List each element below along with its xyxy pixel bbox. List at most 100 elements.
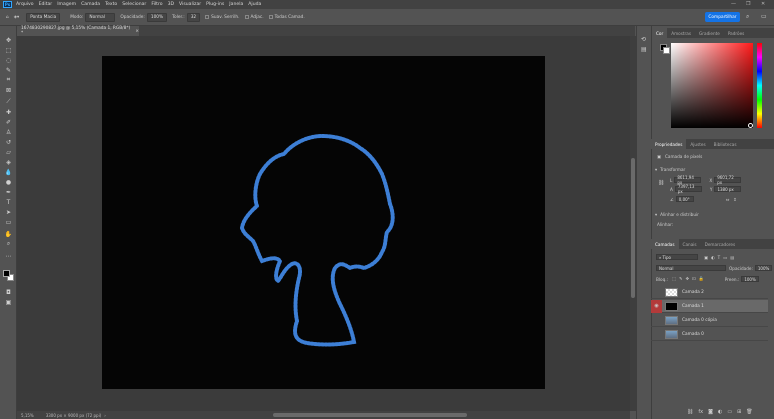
adjacent-checkbox[interactable] bbox=[244, 15, 249, 19]
dodge-tool-icon[interactable]: ● bbox=[4, 178, 13, 186]
tab-padroes[interactable]: Padrões bbox=[724, 28, 749, 38]
color-picker-field[interactable] bbox=[671, 43, 753, 128]
path-selection-tool-icon[interactable]: ➤ bbox=[4, 208, 13, 216]
layer-opacity-input[interactable]: 100% bbox=[754, 265, 773, 271]
link-proportions-icon[interactable]: ⛓ bbox=[658, 180, 664, 186]
blend-mode-dropdown[interactable]: Normal bbox=[656, 265, 726, 271]
tab-demarcadores[interactable]: Demarcadores bbox=[701, 239, 740, 249]
menu-item-texto[interactable]: Texto bbox=[105, 2, 117, 7]
tab-camadas[interactable]: Camadas bbox=[651, 239, 679, 249]
vertical-scroll-thumb[interactable] bbox=[631, 158, 635, 298]
navigator-panel-icon[interactable]: ▤ bbox=[641, 46, 648, 53]
healing-brush-tool-icon[interactable]: ✚ bbox=[4, 108, 13, 116]
close-window-button[interactable]: ✕ bbox=[761, 1, 765, 7]
eyedropper-tool-icon[interactable]: ⟋ bbox=[4, 98, 13, 106]
paint-bucket-icon[interactable]: ◈▾ bbox=[14, 15, 19, 20]
menu-item-filtro[interactable]: Filtro bbox=[151, 2, 162, 7]
tab-cor[interactable]: Cor bbox=[652, 28, 668, 38]
new-group-icon[interactable]: ▭ bbox=[727, 409, 732, 415]
document-canvas[interactable] bbox=[102, 56, 545, 389]
history-panel-icon[interactable]: ⟲ bbox=[641, 36, 648, 43]
flip-horizontal-icon[interactable]: ⇔ bbox=[726, 197, 730, 202]
horizontal-scroll-thumb[interactable] bbox=[273, 413, 467, 417]
fx-icon[interactable]: fx bbox=[698, 409, 703, 415]
zoom-tool-icon[interactable]: ⌕ bbox=[4, 240, 13, 248]
share-button[interactable]: Compartilhar bbox=[705, 12, 740, 22]
hand-tool-icon[interactable]: ✋ bbox=[4, 230, 13, 238]
hue-slider[interactable] bbox=[757, 43, 762, 128]
all-layers-checkbox[interactable] bbox=[268, 15, 273, 19]
link-layers-icon[interactable]: ⛓ bbox=[687, 409, 693, 415]
home-icon[interactable]: ⌂ bbox=[6, 15, 9, 20]
fill-input[interactable]: 100% bbox=[741, 276, 759, 282]
search-icon[interactable]: ⌕ bbox=[746, 13, 749, 21]
quick-mask-icon[interactable]: ◘ bbox=[4, 288, 13, 296]
eye-icon[interactable]: ◉ bbox=[651, 299, 662, 313]
screen-mode-icon[interactable]: ▣ bbox=[4, 298, 13, 306]
flip-vertical-icon[interactable]: ⇕ bbox=[733, 197, 737, 202]
opacity-input[interactable]: 100% bbox=[146, 12, 168, 22]
angle-input[interactable]: 0,00° bbox=[675, 196, 694, 202]
zoom-level[interactable]: 5,15% bbox=[21, 413, 34, 418]
more-tools-icon[interactable]: ⋯ bbox=[4, 252, 13, 260]
lasso-tool-icon[interactable]: ◌ bbox=[4, 56, 13, 64]
adjustment-layer-icon[interactable]: ◐ bbox=[718, 409, 722, 415]
smoothing-checkbox[interactable] bbox=[205, 15, 210, 19]
menu-item-arquivo[interactable]: Arquivo bbox=[16, 2, 34, 7]
foreground-color-swatch[interactable] bbox=[3, 270, 10, 277]
menu-item-ajuda[interactable]: Ajuda bbox=[248, 2, 261, 7]
workspace-icon[interactable]: ▭ bbox=[761, 13, 767, 20]
layer-filter-dropdown[interactable]: ⌕ Tipo bbox=[656, 254, 698, 260]
eraser-tool-icon[interactable]: ▱ bbox=[4, 148, 13, 156]
quick-selection-tool-icon[interactable]: ✎ bbox=[4, 66, 13, 74]
paint-bucket-tool-icon[interactable]: ◈ bbox=[4, 158, 13, 166]
align-section-header[interactable]: ▾ Alinhar e distribuir bbox=[655, 212, 699, 217]
history-brush-tool-icon[interactable]: ↺ bbox=[4, 138, 13, 146]
minimize-button[interactable]: — bbox=[731, 1, 736, 7]
document-tab[interactable]: 1674830290827.jpg @ 5,15% (Camada 1, RGB… bbox=[17, 26, 139, 36]
height-input[interactable]: 7397,13 px bbox=[674, 184, 702, 194]
preset-picker[interactable]: Ponta Macia bbox=[24, 12, 61, 22]
brush-tool-icon[interactable]: ✐ bbox=[4, 118, 13, 126]
menu-item-camada[interactable]: Camada bbox=[81, 2, 100, 7]
x-input[interactable]: 9601,72 px bbox=[714, 175, 742, 185]
tab-ajustes[interactable]: Ajustes bbox=[686, 139, 709, 149]
new-layer-icon[interactable]: ⊞ bbox=[737, 409, 741, 415]
move-tool-icon[interactable]: ✥ bbox=[4, 36, 13, 44]
tab-canais[interactable]: Canais bbox=[679, 239, 701, 249]
layer-filter-icons[interactable]: ▣◐T▭▤ bbox=[704, 255, 737, 260]
lock-icons[interactable]: ⬚✎✥⊡🔒 bbox=[672, 276, 707, 282]
add-mask-icon[interactable]: ◙ bbox=[708, 409, 713, 415]
transform-section-header[interactable]: ▾ Transformar bbox=[655, 167, 685, 172]
menu-item-editar[interactable]: Editar bbox=[39, 2, 53, 7]
close-tab-icon[interactable]: × bbox=[135, 29, 139, 34]
layer-row-camada-0[interactable]: Camada 0 bbox=[651, 328, 768, 341]
marquee-tool-icon[interactable]: ⬚ bbox=[4, 46, 13, 54]
tab-gradiente[interactable]: Gradiente bbox=[695, 28, 724, 38]
status-arrow-icon[interactable]: › bbox=[104, 413, 106, 418]
width-input[interactable]: 8611,94 px bbox=[674, 175, 702, 185]
maximize-button[interactable]: ❐ bbox=[746, 1, 750, 7]
layer-row-camada-2[interactable]: Camada 2 bbox=[651, 286, 768, 299]
menu-item-imagem[interactable]: Imagem bbox=[57, 2, 76, 7]
trash-icon[interactable]: 🗑 bbox=[746, 409, 752, 415]
y-input[interactable]: 1380 px bbox=[714, 186, 742, 192]
tab-amostras[interactable]: Amostras bbox=[667, 28, 695, 38]
menu-item-janela[interactable]: Janela bbox=[229, 2, 243, 7]
clone-stamp-tool-icon[interactable]: ♙ bbox=[4, 128, 13, 136]
tolerance-input[interactable]: 32 bbox=[186, 12, 201, 22]
rectangle-tool-icon[interactable]: ▭ bbox=[4, 218, 13, 226]
frame-tool-icon[interactable]: ⊠ bbox=[4, 86, 13, 94]
color-picker-cursor[interactable] bbox=[748, 123, 753, 128]
type-tool-icon[interactable]: T bbox=[4, 198, 13, 206]
pen-tool-icon[interactable]: ✒ bbox=[4, 188, 13, 196]
tab-propriedades[interactable]: Propriedades bbox=[651, 139, 687, 149]
layer-row-camada-0-copia[interactable]: Camada 0 cópia bbox=[651, 314, 768, 327]
layer-row-camada-1[interactable]: ◉ Camada 1 bbox=[651, 299, 768, 313]
menu-item-3d[interactable]: 3D bbox=[168, 2, 174, 7]
tab-bibliotecas[interactable]: Bibliotecas bbox=[710, 139, 741, 149]
menu-item-visualizar[interactable]: Visualizar bbox=[179, 2, 201, 7]
mode-dropdown[interactable]: Normal bbox=[85, 12, 116, 22]
menu-item-plugins[interactable]: Plug-ins bbox=[206, 2, 224, 7]
crop-tool-icon[interactable]: ⌗ bbox=[4, 76, 13, 84]
